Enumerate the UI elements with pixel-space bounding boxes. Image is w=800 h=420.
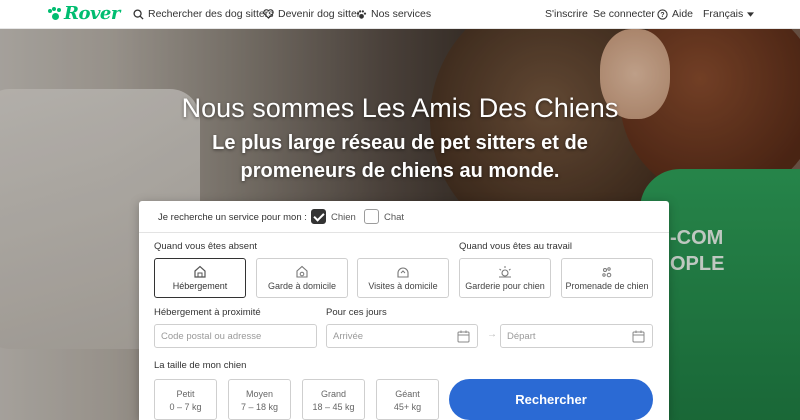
size-name: Géant xyxy=(395,389,420,399)
paw-walk-icon xyxy=(602,267,612,278)
service-label: Promenade de chien xyxy=(565,281,649,291)
house-icon xyxy=(194,265,206,278)
service-label: Hébergement xyxy=(172,281,228,291)
hero-subtitle-line2: promeneurs de chiens au monde. xyxy=(240,160,560,182)
location-field[interactable] xyxy=(154,324,317,348)
away-section-label: Quand vous êtes absent xyxy=(154,241,257,252)
work-section-label: Quand vous êtes au travail xyxy=(459,241,573,252)
heart-icon xyxy=(263,9,274,19)
size-large[interactable]: Grand 18 – 45 kg xyxy=(302,379,365,420)
service-label: Garde à domicile xyxy=(267,281,337,291)
nearby-label: Hébergement à proximité xyxy=(154,307,261,318)
search-panel: Je recherche un service pour mon : Chien… xyxy=(139,201,669,420)
size-range: 0 – 7 kg xyxy=(169,402,202,412)
dog-checkbox[interactable] xyxy=(311,209,326,224)
login-link[interactable]: Se connecter xyxy=(593,8,655,20)
drop-in-icon xyxy=(397,267,409,278)
departure-field[interactable] xyxy=(500,324,653,348)
signup-link[interactable]: S'inscrire xyxy=(545,8,588,20)
cat-checkbox[interactable] xyxy=(364,209,379,224)
pet-type-prompt: Je recherche un service pour mon : xyxy=(158,212,307,223)
size-name: Grand xyxy=(320,389,346,399)
service-label: Garderie pour chien xyxy=(465,281,545,291)
help-label: Aide xyxy=(672,8,694,20)
home-sitting-icon xyxy=(296,265,308,278)
nav-label: Nos services xyxy=(371,8,432,20)
size-name: Moyen xyxy=(245,389,273,399)
svg-text:?: ? xyxy=(660,11,664,18)
nav-become-sitter[interactable]: Devenir dog sitter xyxy=(263,8,360,20)
hero-title: Nous sommes Les Amis Des Chiens xyxy=(181,93,619,123)
service-house-sitting[interactable]: Garde à domicile xyxy=(256,258,348,298)
service-label: Visites à domicile xyxy=(368,281,438,291)
signup-label: S'inscrire xyxy=(545,8,588,20)
caret-down-icon xyxy=(747,11,755,17)
dog-size-label: La taille de mon chien xyxy=(154,360,247,371)
arrival-field[interactable] xyxy=(326,324,478,348)
help-link[interactable]: ? Aide xyxy=(657,8,693,20)
arrow-right-icon: → xyxy=(487,329,497,340)
service-boarding[interactable]: Hébergement xyxy=(154,258,246,298)
pet-type-bar: Je recherche un service pour mon : Chien… xyxy=(139,201,669,233)
departure-input[interactable] xyxy=(507,330,652,342)
location-input[interactable] xyxy=(161,330,316,342)
nav-services[interactable]: Nos services xyxy=(356,8,431,20)
calendar-icon[interactable] xyxy=(632,330,645,343)
top-navigation: Rover Rechercher des dog sitters Devenir… xyxy=(0,0,800,29)
login-label: Se connecter xyxy=(593,8,655,20)
rover-logo[interactable]: Rover xyxy=(48,3,120,24)
size-range: 7 – 18 kg xyxy=(240,402,279,412)
service-drop-in-visits[interactable]: Visites à domicile xyxy=(357,258,449,298)
cat-checkbox-label[interactable]: Chat xyxy=(384,212,404,223)
size-range: 45+ kg xyxy=(393,402,422,412)
size-small[interactable]: Petit 0 – 7 kg xyxy=(154,379,217,420)
hero-subtitle-line1: Le plus large réseau de pet sitters et d… xyxy=(212,132,588,154)
size-medium[interactable]: Moyen 7 – 18 kg xyxy=(228,379,291,420)
size-giant[interactable]: Géant 45+ kg xyxy=(376,379,439,420)
calendar-icon[interactable] xyxy=(457,330,470,343)
paw-icon xyxy=(356,9,367,19)
nav-search-sitters[interactable]: Rechercher des dog sitters xyxy=(133,8,273,20)
dates-label: Pour ces jours xyxy=(326,307,387,318)
size-range: 18 – 45 kg xyxy=(312,402,355,412)
question-circle-icon: ? xyxy=(657,8,668,20)
arrival-input[interactable] xyxy=(333,330,477,342)
search-button[interactable]: Rechercher xyxy=(449,379,653,420)
size-name: Petit xyxy=(176,389,195,399)
paw-logo-icon xyxy=(48,6,62,21)
search-icon xyxy=(133,8,144,20)
language-label: Français xyxy=(703,8,744,20)
dog-checkbox-label[interactable]: Chien xyxy=(331,212,356,223)
sun-icon xyxy=(499,266,511,278)
service-day-care[interactable]: Garderie pour chien xyxy=(459,258,551,298)
language-selector[interactable]: Français xyxy=(703,8,755,20)
service-dog-walking[interactable]: Promenade de chien xyxy=(561,258,653,298)
nav-label: Rechercher des dog sitters xyxy=(148,8,274,20)
nav-label: Devenir dog sitter xyxy=(278,8,361,20)
brand-name: Rover xyxy=(64,3,120,24)
